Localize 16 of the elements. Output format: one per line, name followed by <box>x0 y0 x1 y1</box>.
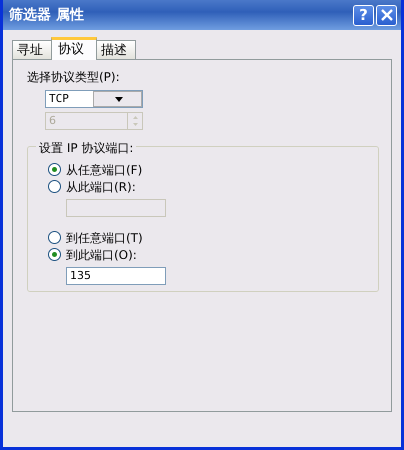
tab[interactable]: 描述 <box>96 40 136 59</box>
radio-option[interactable]: 到任意端口(T) <box>48 229 368 246</box>
help-button[interactable]: ? <box>353 4 374 26</box>
group-title: 设置 IP 协议端口: <box>36 139 136 157</box>
radio-option[interactable]: 到此端口(O): <box>48 246 368 263</box>
field-label: 选择协议类型(P): <box>27 69 121 86</box>
radio-option[interactable]: 从此端口(R): <box>48 178 368 195</box>
input-field[interactable]: 135 <box>66 267 166 285</box>
close-button[interactable] <box>376 4 397 26</box>
tab[interactable]: 协议 <box>51 37 97 60</box>
dropdown-arrow-icon <box>115 96 123 102</box>
tab[interactable]: 寻址 <box>12 40 52 59</box>
radio-option[interactable]: 从任意端口(F) <box>48 161 368 178</box>
close-icon <box>380 9 392 21</box>
protocol-dropdown[interactable]: TCP <box>45 90 143 108</box>
window-title: 筛选器 属性 <box>9 6 85 24</box>
